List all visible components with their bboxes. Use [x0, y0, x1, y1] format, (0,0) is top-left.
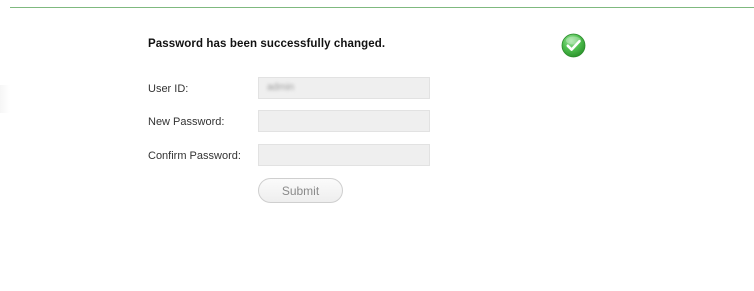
user-id-row: User ID: admin — [148, 77, 448, 101]
top-divider — [10, 7, 754, 8]
success-message: Password has been successfully changed. — [148, 38, 386, 50]
new-password-field[interactable] — [258, 110, 430, 132]
user-id-label: User ID: — [148, 83, 189, 95]
new-password-row: New Password: — [148, 110, 448, 134]
confirm-password-row: Confirm Password: — [148, 144, 448, 168]
confirm-password-field[interactable] — [258, 144, 430, 166]
submit-button[interactable]: Submit — [258, 178, 343, 203]
success-message-row: Password has been successfully changed. — [148, 33, 588, 59]
user-id-field[interactable] — [258, 77, 430, 99]
new-password-label: New Password: — [148, 116, 225, 128]
left-edge-shadow — [0, 85, 10, 113]
confirm-password-label: Confirm Password: — [148, 150, 241, 162]
check-circle-icon — [561, 33, 586, 58]
